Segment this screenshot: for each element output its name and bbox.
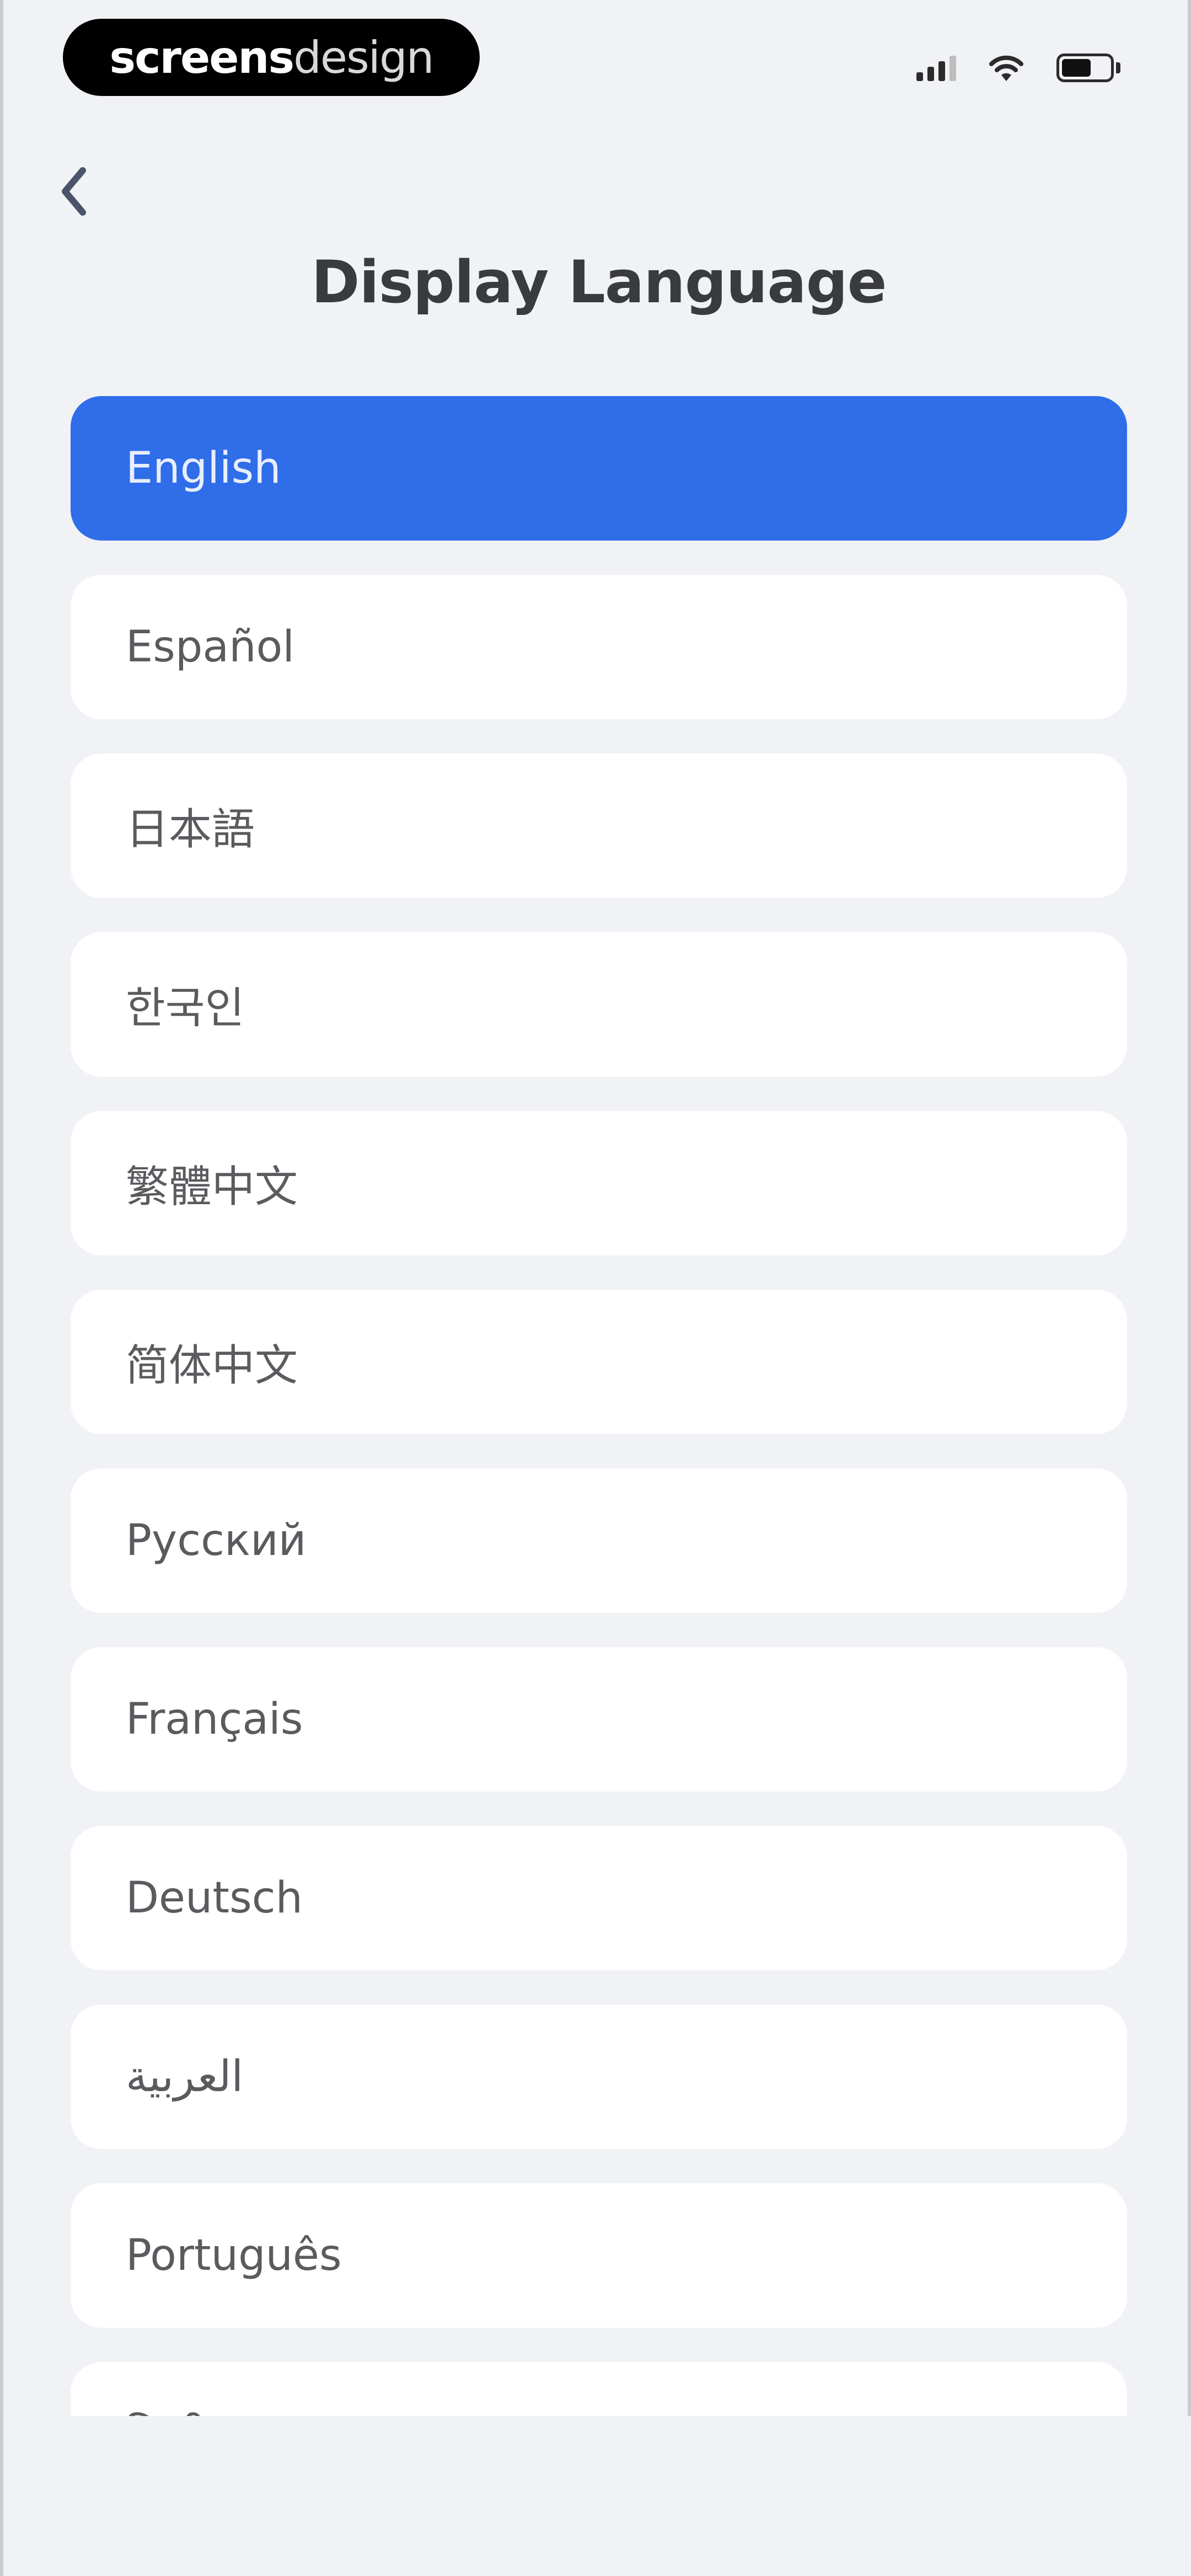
language-item-espanol[interactable]: Español [71, 575, 1127, 719]
language-item-simplified-chinese[interactable]: 简体中文 [71, 1290, 1127, 1434]
language-label: 日本語 [126, 805, 255, 854]
language-label: العربية [126, 2052, 244, 2102]
language-item-korean[interactable]: 한국인 [71, 932, 1127, 1077]
language-item-french[interactable]: Français [71, 1647, 1127, 1792]
page-title: Display Language [311, 248, 887, 316]
signal-icon [916, 55, 956, 81]
language-item-german[interactable]: Deutsch [71, 1826, 1127, 1970]
brand-word-2: design [293, 31, 434, 83]
language-item-traditional-chinese[interactable]: 繁體中文 [71, 1111, 1127, 1255]
language-label: 繁體中文 [126, 1162, 298, 1212]
language-label: Português [126, 2231, 342, 2280]
brand-watermark: screens design [63, 19, 480, 96]
back-button[interactable] [46, 156, 101, 227]
language-label: Français [126, 1695, 303, 1744]
language-label: Deutsch [126, 1873, 303, 1923]
language-label: Español [126, 622, 295, 672]
language-item-hindi[interactable]: हिन्दी [71, 2362, 1127, 2416]
language-label: हिन्दी [126, 2405, 207, 2416]
language-item-portuguese[interactable]: Português [71, 2183, 1127, 2328]
screen: screens design Display Language English … [0, 0, 1191, 2576]
chevron-left-icon [62, 167, 86, 216]
status-icons [916, 49, 1123, 87]
language-label: Русский [126, 1516, 307, 1565]
brand-word-1: screens [109, 31, 295, 83]
language-list[interactable]: English Español 日本語 한국인 繁體中文 简体中文 Русски… [71, 396, 1127, 2416]
language-item-english[interactable]: English [71, 396, 1127, 541]
battery-icon [1056, 54, 1123, 82]
language-item-arabic[interactable]: العربية [71, 2005, 1127, 2149]
wifi-icon [989, 55, 1023, 81]
bottom-area [3, 2416, 1191, 2576]
language-label: 简体中文 [126, 1341, 298, 1391]
status-bar: screens design [3, 0, 1191, 121]
language-item-russian[interactable]: Русский [71, 1468, 1127, 1613]
language-label: 한국인 [126, 984, 245, 1033]
language-label: English [126, 443, 281, 493]
language-item-japanese[interactable]: 日本語 [71, 753, 1127, 898]
